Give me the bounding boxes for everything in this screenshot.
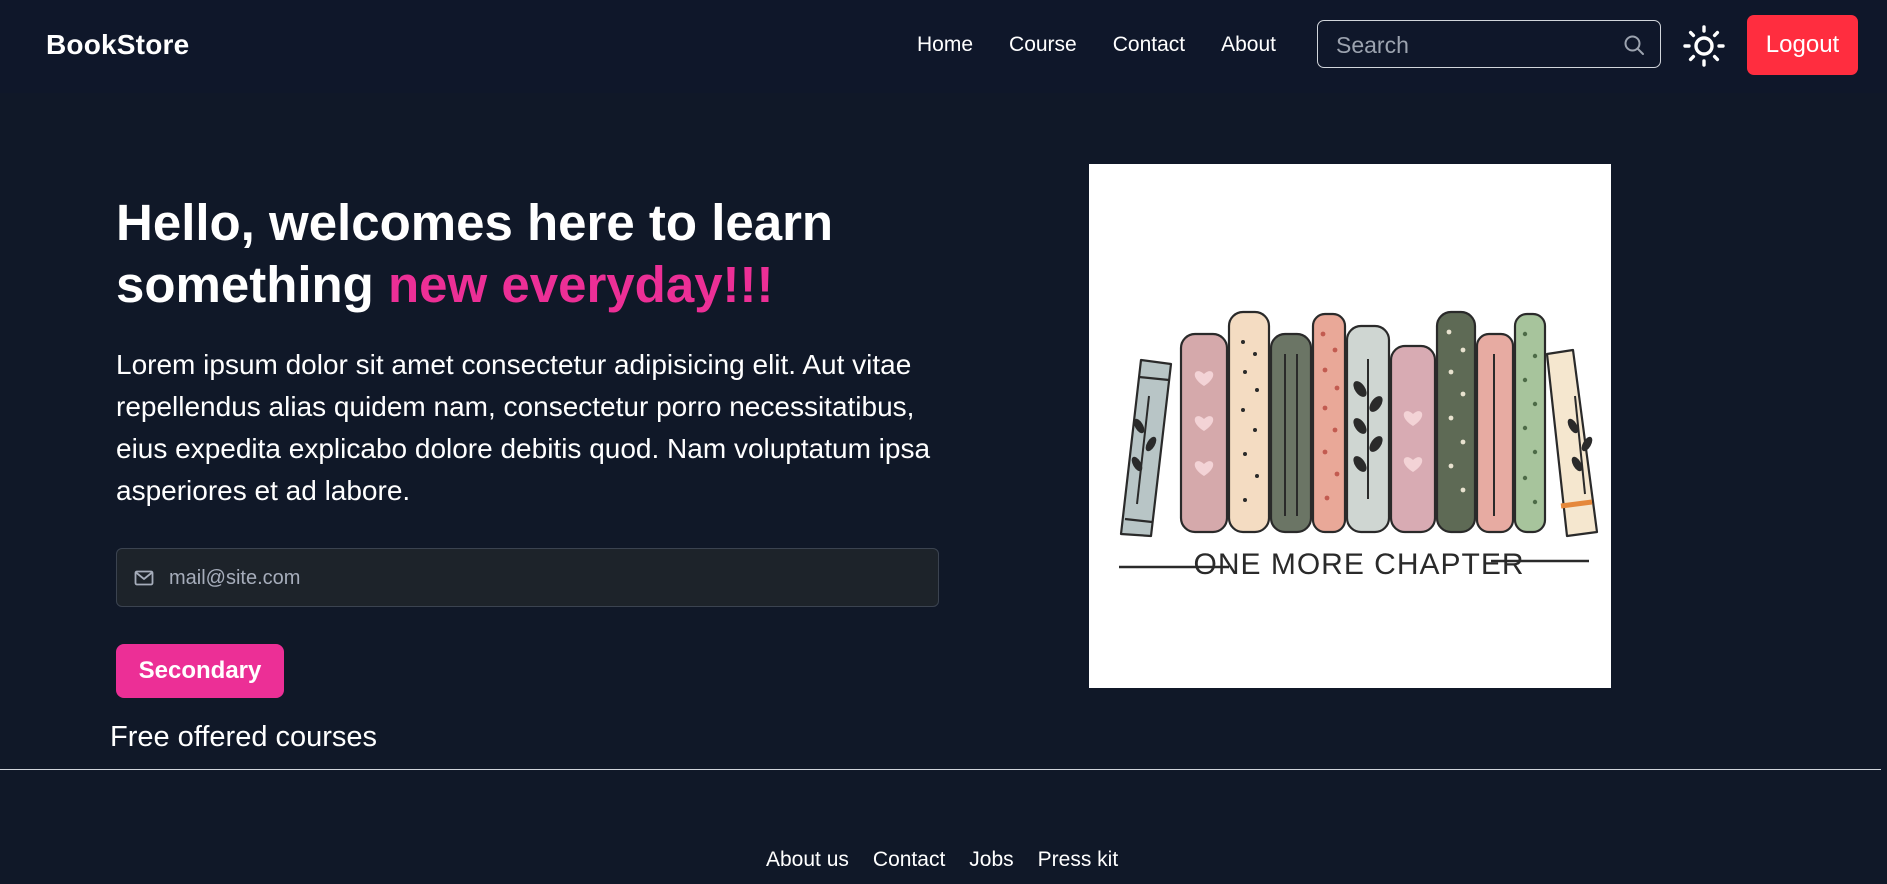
logout-button[interactable]: Logout — [1747, 15, 1858, 75]
nav-links: Home Course Contact About — [917, 33, 1312, 57]
brand-logo[interactable]: BookStore — [46, 29, 189, 61]
divider — [0, 769, 1881, 770]
footer-link-press-kit[interactable]: Press kit — [1038, 848, 1119, 872]
footer-link-about-us[interactable]: About us — [766, 848, 849, 872]
sun-icon[interactable] — [1683, 25, 1725, 67]
navbar: BookStore Home Course Contact About Logo… — [0, 0, 1887, 93]
image-caption: ONE MORE CHAPTER — [1193, 548, 1524, 581]
hero-title-accent: new everyday!!! — [388, 256, 774, 313]
email-input[interactable] — [167, 549, 911, 608]
footer-link-jobs[interactable]: Jobs — [969, 848, 1013, 872]
section-heading: Free offered courses — [110, 721, 378, 753]
hero-description: Lorem ipsum dolor sit amet consectetur a… — [116, 349, 931, 506]
search-input[interactable] — [1334, 21, 1618, 69]
hero-title: Hello, welcomes here to learn something … — [116, 192, 936, 316]
hero-illustration: ONE MORE CHAPTER — [1089, 164, 1611, 688]
nav-link-course[interactable]: Course — [1009, 33, 1077, 57]
footer-link-contact[interactable]: Contact — [873, 848, 945, 872]
secondary-button[interactable]: Secondary — [116, 644, 284, 698]
mail-icon — [134, 570, 154, 586]
nav-link-about[interactable]: About — [1221, 33, 1276, 57]
footer-links: About us Contact Jobs Press kit — [766, 848, 1142, 872]
nav-link-home[interactable]: Home — [917, 33, 973, 57]
books-illustration: ONE MORE CHAPTER — [1119, 310, 1599, 581]
email-field — [116, 548, 939, 608]
search-box — [1317, 20, 1661, 69]
nav-link-contact[interactable]: Contact — [1113, 33, 1185, 57]
search-icon[interactable] — [1622, 33, 1646, 57]
